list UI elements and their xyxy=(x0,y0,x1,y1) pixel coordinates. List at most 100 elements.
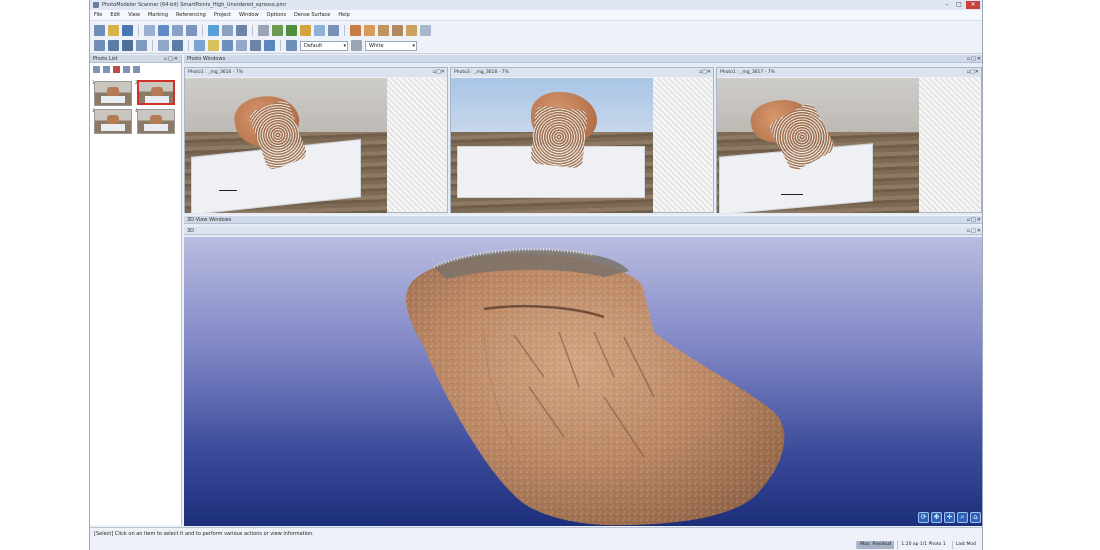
menu-window[interactable]: Window xyxy=(239,12,259,18)
mesh-icon[interactable] xyxy=(314,24,325,36)
menu-project[interactable]: Project xyxy=(214,12,231,18)
menu-view[interactable]: View xyxy=(128,12,140,18)
photo-thumbnail[interactable] xyxy=(94,109,132,134)
mark-points-icon[interactable] xyxy=(158,24,169,36)
menu-options[interactable]: Options xyxy=(267,12,286,18)
process-icon[interactable] xyxy=(208,24,219,36)
views-icon[interactable] xyxy=(194,40,205,51)
3d-view-windows-panel: 3D View Windows ▫□✕ 3D ▫□✕ ⟳ ✥ ✛ ⌕ ⌂ xyxy=(184,216,983,526)
photo-icon[interactable] xyxy=(350,24,361,36)
photo-image[interactable] xyxy=(717,78,919,213)
remove-photo-icon[interactable] xyxy=(103,65,110,73)
window-controls[interactable]: ▫□✕ xyxy=(433,68,445,77)
render-mode-select[interactable]: Default ▾ xyxy=(300,40,348,51)
window-controls[interactable]: ▫□✕ xyxy=(967,68,979,77)
3d-view-title: 3D xyxy=(187,228,195,234)
open-project-icon[interactable] xyxy=(108,24,119,36)
render-mode-value: Default xyxy=(304,42,323,49)
photo-windows-panel: Photo Windows ▫□✕ Photo1 : _mg_3616 - 7%… xyxy=(184,55,982,215)
maximize-button[interactable]: □ xyxy=(954,1,964,9)
magnify-icon[interactable] xyxy=(236,40,247,51)
menu-help[interactable]: Help xyxy=(338,12,349,18)
background-select[interactable]: White ▾ xyxy=(365,40,417,51)
grid-view-icon[interactable] xyxy=(158,40,169,51)
move-icon[interactable]: ✛ xyxy=(944,512,955,523)
menu-file[interactable]: File xyxy=(94,12,102,18)
mark-lines-icon[interactable] xyxy=(172,24,183,36)
camera-view-icon[interactable] xyxy=(172,40,183,51)
zoom-icon[interactable]: ⌕ xyxy=(957,512,968,523)
new-project-icon[interactable] xyxy=(94,24,105,36)
export-icon[interactable] xyxy=(420,24,431,36)
menu-edit[interactable]: Edit xyxy=(110,12,120,18)
photo-list-toolbar xyxy=(90,64,181,74)
toolbar-separator xyxy=(152,40,153,51)
close-button[interactable]: ✕ xyxy=(966,1,980,9)
photo-thumbnail[interactable] xyxy=(94,81,132,106)
panel-controls[interactable]: ▫□✕ xyxy=(967,55,982,63)
quality-report-icon[interactable] xyxy=(406,24,417,36)
point-table-icon[interactable] xyxy=(392,24,403,36)
flag-icon[interactable] xyxy=(113,65,120,73)
chevron-down-icon: ▾ xyxy=(412,42,415,49)
panel-controls[interactable]: ▫□✕ xyxy=(967,227,982,235)
photo-image[interactable] xyxy=(451,78,653,213)
toolbar-separator xyxy=(138,24,139,36)
zoom-out-icon[interactable] xyxy=(136,40,147,51)
photo-window-3[interactable]: Photo1 : _mg_3617 - 7% ▫□✕ xyxy=(716,67,982,213)
reset-view-icon[interactable]: ⌂ xyxy=(970,512,981,523)
photo-window-header: Photo1 : _mg_3616 - 7% ▫□✕ xyxy=(185,68,447,77)
toolbar-separator xyxy=(252,24,253,36)
zoom-in-icon[interactable] xyxy=(122,40,133,51)
photo-list-panel: Photo List ▫□✕ 1 2 3 4 xyxy=(90,55,182,525)
photo-windows-title: Photo Windows xyxy=(187,56,226,62)
photo-thumbnail[interactable] xyxy=(137,109,175,134)
window-controls: – □ ✕ xyxy=(942,1,980,9)
background-icon xyxy=(351,40,362,51)
save-project-icon[interactable] xyxy=(122,24,133,36)
filter-icon[interactable] xyxy=(133,65,140,73)
sort-icon[interactable] xyxy=(123,65,130,73)
reference-icon[interactable] xyxy=(222,24,233,36)
select-mode-icon[interactable] xyxy=(144,24,155,36)
toolbar-separator xyxy=(280,40,281,51)
photo-window-1[interactable]: Photo1 : _mg_3616 - 7% ▫□✕ xyxy=(184,67,448,213)
add-photos-icon[interactable] xyxy=(364,24,375,36)
window-controls[interactable]: ▫□✕ xyxy=(699,68,711,77)
texture-icon[interactable] xyxy=(300,24,311,36)
minimize-button[interactable]: – xyxy=(942,1,952,9)
ruler-icon[interactable] xyxy=(208,40,219,51)
measure-icon[interactable] xyxy=(236,24,247,36)
panel-controls[interactable]: ▫□✕ xyxy=(164,55,179,63)
menu-dense-surface[interactable]: Dense Surface xyxy=(294,12,330,18)
add-photo-icon[interactable] xyxy=(93,65,100,73)
rotate-icon[interactable]: ⟳ xyxy=(918,512,929,523)
status-max-residual: Max. Residual xyxy=(856,541,895,549)
menu-referencing[interactable]: Referencing xyxy=(176,12,206,18)
title-bar: PhotoModeler Scanner (64-bit) SmartPoint… xyxy=(90,0,982,10)
layout-icon[interactable] xyxy=(264,40,275,51)
cube-icon[interactable] xyxy=(250,40,261,51)
menu-marking[interactable]: Marking xyxy=(148,12,168,18)
zoom-all-icon[interactable] xyxy=(108,40,119,51)
3d-model-render[interactable] xyxy=(184,237,983,526)
3d-viewport[interactable]: ⟳ ✥ ✛ ⌕ ⌂ xyxy=(184,237,983,526)
dense-surface-icon[interactable] xyxy=(286,24,297,36)
frame-icon[interactable] xyxy=(222,40,233,51)
panel-controls[interactable]: ▫□✕ xyxy=(967,216,982,224)
surface-icon[interactable] xyxy=(328,24,339,36)
reference-points-icon[interactable] xyxy=(258,24,269,36)
photo-thumbnail-selected[interactable] xyxy=(137,80,175,105)
photo-table-icon[interactable] xyxy=(378,24,389,36)
background-value: White xyxy=(369,42,384,49)
open-3d-view-icon[interactable] xyxy=(94,40,105,51)
photo-list-title: Photo List xyxy=(93,56,118,62)
photo-window-2[interactable]: Photo3 : _mg_3618 - 7% ▫□✕ xyxy=(450,67,714,213)
smartpoints-icon[interactable] xyxy=(272,24,283,36)
photo-image[interactable] xyxy=(185,78,387,213)
main-toolbar xyxy=(90,22,982,38)
pan-icon[interactable]: ✥ xyxy=(931,512,942,523)
3d-nav-tools: ⟳ ✥ ✛ ⌕ ⌂ xyxy=(918,512,981,523)
mark-curves-icon[interactable] xyxy=(186,24,197,36)
photo-list-header: Photo List ▫□✕ xyxy=(90,55,181,63)
